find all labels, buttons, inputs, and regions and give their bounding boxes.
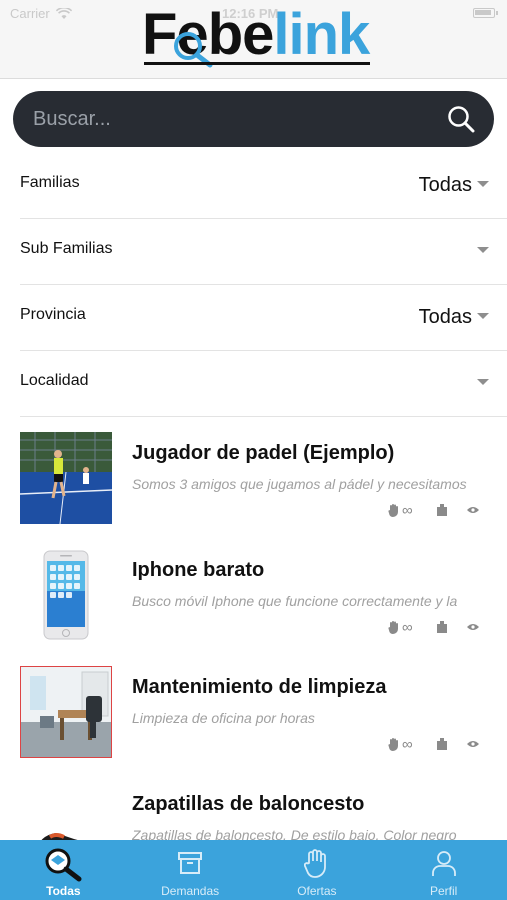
infinity-icon: ∞ <box>402 735 413 753</box>
battery-icon <box>473 8 498 18</box>
hand-icon <box>303 849 326 878</box>
filter-familias[interactable]: Familias Todas <box>20 153 507 219</box>
tab-todas[interactable]: Todas <box>0 840 127 900</box>
logo-text-mid: be <box>207 2 275 67</box>
magnifier-icon <box>45 848 82 882</box>
listing-item[interactable]: Iphone barato Busco móvil Iphone que fun… <box>0 529 507 646</box>
tab-ofertas[interactable]: Ofertas <box>254 840 381 900</box>
filter-sub-familias[interactable]: Sub Familias <box>20 219 507 285</box>
infinity-icon: ∞ <box>402 501 413 519</box>
filter-label: Provincia <box>20 306 86 323</box>
hand-icon <box>388 504 398 517</box>
office-photo <box>20 666 112 758</box>
eye-icon <box>466 741 479 747</box>
listing-description: Somos 3 amigos que jugamos al pádel y ne… <box>132 476 467 492</box>
tab-label: Ofertas <box>297 884 337 898</box>
listing-description: Busco móvil Iphone que funcione correcta… <box>132 593 458 609</box>
eye-icon <box>466 624 479 630</box>
eye-icon <box>466 507 479 513</box>
box-icon <box>436 621 447 633</box>
tab-label: Perfil <box>429 884 458 898</box>
padel-court-photo <box>20 432 112 524</box>
tab-bar: Todas Demandas Ofertas Perfil <box>0 840 507 900</box>
listing-meta: ∞ <box>388 735 488 753</box>
filter-label: Sub Familias <box>20 240 113 257</box>
logo-underline <box>144 62 370 65</box>
box-icon <box>436 504 447 516</box>
listing-title: Iphone barato <box>132 559 265 581</box>
carrier-label: Carrier <box>10 6 50 21</box>
listing-meta: ∞ <box>388 501 488 519</box>
listing-title: Zapatillas de baloncesto <box>132 793 365 815</box>
listing-meta: ∞ <box>388 618 488 636</box>
logo-text-accent: link <box>273 2 370 67</box>
archive-box-icon <box>178 852 203 874</box>
infinity-icon: ∞ <box>402 618 413 636</box>
chevron-down-icon <box>477 379 489 385</box>
tab-label: Demandas <box>161 884 220 898</box>
search-bar <box>13 91 494 147</box>
app-header: Carrier 12:16 PM Fe be link <box>0 0 507 79</box>
listing-title: Jugador de padel (Ejemplo) <box>132 442 395 464</box>
chevron-down-icon <box>477 313 489 319</box>
tab-demandas[interactable]: Demandas <box>127 840 254 900</box>
listing-item[interactable]: Mantenimiento de limpieza Limpieza de of… <box>0 646 507 763</box>
filter-label: Localidad <box>20 372 89 389</box>
search-icon[interactable] <box>446 104 476 134</box>
chevron-down-icon <box>477 181 489 187</box>
listing-description: Limpieza de oficina por horas <box>132 710 315 726</box>
status-left: Carrier <box>10 6 72 21</box>
febelink-logo: Fe be link <box>142 6 372 70</box>
hand-icon <box>388 738 398 751</box>
user-icon <box>431 851 456 876</box>
wifi-icon <box>55 7 72 19</box>
filter-label: Familias <box>20 174 80 191</box>
listing-title: Mantenimiento de limpieza <box>132 676 387 698</box>
filter-value: Todas <box>418 174 472 196</box>
iphone-photo <box>20 549 112 641</box>
hand-icon <box>388 621 398 634</box>
tab-label: Todas <box>46 884 81 898</box>
box-icon <box>436 738 447 750</box>
listing-item[interactable]: Jugador de padel (Ejemplo) Somos 3 amigo… <box>0 412 507 529</box>
tab-perfil[interactable]: Perfil <box>380 840 507 900</box>
filter-provincia[interactable]: Provincia Todas <box>20 285 507 351</box>
filter-localidad[interactable]: Localidad <box>20 351 507 417</box>
search-input[interactable] <box>33 91 433 147</box>
filter-value: Todas <box>418 306 472 328</box>
chevron-down-icon <box>477 247 489 253</box>
